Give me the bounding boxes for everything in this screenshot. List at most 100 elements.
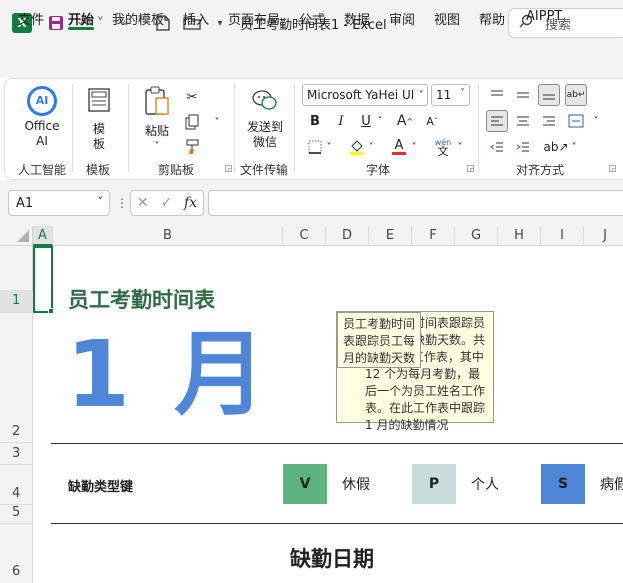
align-right-icon[interactable] (538, 110, 560, 132)
row-header-3[interactable]: 3 (0, 446, 33, 461)
column-header-e[interactable]: E (369, 226, 412, 246)
font-size-value: 11 (436, 88, 452, 102)
font-name-dropdown-icon[interactable]: ˅ (414, 84, 428, 106)
font-color-dropdown-icon[interactable]: ˅ (408, 136, 420, 158)
office-ai-icon: AI (27, 86, 57, 116)
copy-dropdown-icon[interactable]: ˅ (206, 111, 228, 133)
row-divider (0, 442, 33, 443)
tab-view[interactable]: 视图 (434, 9, 460, 28)
increase-indent-icon[interactable] (512, 136, 534, 158)
group-label-file-transfer: 文件传输 (240, 163, 289, 177)
divider-line (51, 523, 623, 524)
row-header-1[interactable]: 1 (0, 290, 33, 312)
wrap-text-icon[interactable]: ab↵ (565, 84, 587, 106)
row-headers: 1 2 3 4 5 6 (0, 246, 33, 583)
ribbon-separator (294, 84, 295, 172)
font-size-select[interactable]: 11 ˅ (431, 84, 470, 106)
font-launcher-icon[interactable]: ◲ (466, 164, 475, 174)
key-personal-label: 个人 (471, 477, 499, 493)
tab-formulas[interactable]: 公式 (299, 9, 325, 28)
tab-insert[interactable]: 插入 (183, 9, 209, 28)
row-header-6[interactable]: 6 (0, 564, 33, 579)
column-header-b[interactable]: B (53, 226, 283, 246)
align-center-icon[interactable] (512, 110, 534, 132)
decrease-indent-icon[interactable] (486, 136, 508, 158)
font-name-select[interactable]: Microsoft YaHei UI (302, 84, 428, 106)
more-options-icon[interactable]: ⋮ (116, 196, 128, 210)
borders-dropdown-icon[interactable]: ˅ (323, 136, 335, 158)
tab-review[interactable]: 审阅 (389, 9, 415, 28)
key-vacation-label: 休假 (342, 477, 370, 493)
fill-color-dropdown-icon[interactable]: ˅ (365, 136, 377, 158)
increase-font-size-icon[interactable]: A ^ (394, 110, 416, 132)
tab-file[interactable]: 文件 (18, 9, 44, 28)
align-left-icon[interactable] (486, 110, 508, 132)
column-header-d[interactable]: D (326, 226, 369, 246)
month-heading: 1 月 (66, 321, 273, 428)
bold-icon[interactable]: B (304, 110, 326, 132)
group-label-ai: 人工智能 (18, 163, 67, 177)
merge-dropdown-icon[interactable]: ˅ (590, 110, 602, 132)
format-painter-icon[interactable] (181, 136, 203, 158)
phonetic-dropdown-icon[interactable]: ˅ (454, 136, 466, 158)
name-box[interactable]: A1 ˅ (8, 190, 110, 216)
column-header-c[interactable]: C (283, 226, 326, 246)
paste-label: 粘贴 (144, 124, 169, 138)
orientation-icon[interactable]: ab↗ (543, 136, 568, 158)
divider-line (51, 443, 623, 444)
align-middle-icon[interactable] (512, 84, 534, 106)
alignment-launcher-icon[interactable]: ◲ (608, 164, 617, 174)
row-header-4[interactable]: 4 (0, 486, 33, 501)
customize-toolbar-icon[interactable]: ▾ (212, 11, 228, 35)
italic-icon[interactable]: I (330, 110, 352, 132)
ribbon-separator (128, 84, 129, 172)
office-ai-label: Office AI (24, 119, 60, 148)
column-header-g[interactable]: G (455, 226, 498, 246)
template-button[interactable]: 模板 (84, 88, 114, 152)
tab-aippt[interactable]: AIPPT (526, 9, 562, 24)
paste-dropdown-icon[interactable]: ˅ (140, 139, 174, 154)
cell-comment-tooltip-front: 员工考勤时间表跟踪员工每月的缺勤天数 (337, 312, 421, 368)
phonetic-guide-icon[interactable]: wén 文 (432, 136, 454, 158)
copy-icon[interactable] (181, 111, 203, 133)
tab-home[interactable]: 开始 (68, 9, 94, 28)
tab-my-templates[interactable]: 我的模板 (112, 9, 164, 28)
absence-key-label: 缺勤类型键 (68, 480, 134, 495)
font-color-icon[interactable]: A (388, 136, 410, 158)
fill-handle[interactable] (48, 308, 54, 314)
decrease-font-size-icon[interactable]: Aˇ (421, 110, 443, 132)
orientation-dropdown-icon[interactable]: ˅ (568, 136, 580, 158)
column-header-i[interactable]: I (541, 226, 584, 246)
column-header-a[interactable]: A (33, 226, 53, 246)
group-label-template: 模板 (86, 163, 111, 177)
name-box-dropdown-icon[interactable]: ˅ (98, 195, 104, 208)
formula-input[interactable] (208, 190, 623, 216)
column-header-j[interactable]: J (584, 226, 623, 246)
group-label-clipboard: 剪贴板 (158, 163, 195, 177)
cancel-icon[interactable]: ✕ (137, 195, 149, 211)
align-top-icon[interactable] (486, 84, 508, 106)
row-header-2[interactable]: 2 (0, 424, 33, 439)
tab-help[interactable]: 帮助 (479, 9, 505, 28)
align-bottom-icon[interactable] (538, 84, 560, 106)
cut-icon[interactable]: ✂ (181, 86, 203, 108)
row-header-5[interactable]: 5 (0, 505, 33, 520)
office-ai-button[interactable]: AI Office AI (20, 86, 64, 149)
enter-icon[interactable]: ✓ (160, 195, 172, 211)
merge-center-icon[interactable] (565, 110, 587, 132)
underline-dropdown-icon[interactable]: ˅ (374, 110, 386, 132)
tab-data[interactable]: 数据 (344, 9, 370, 28)
tab-page-layout[interactable]: 页面布局 (228, 9, 280, 28)
column-header-f[interactable]: F (412, 226, 455, 246)
paste-button[interactable]: 粘贴 ˅ (140, 86, 174, 154)
clipboard-launcher-icon[interactable]: ◲ (224, 164, 233, 174)
send-to-wechat-label: 发送到微信 (246, 120, 283, 149)
group-label-font: 字体 (366, 163, 391, 177)
menu-bar (0, 46, 623, 78)
send-to-wechat-button[interactable]: 发送到微信 (244, 88, 286, 150)
save-icon[interactable] (46, 11, 66, 35)
template-icon (84, 88, 114, 116)
selected-cell-a1[interactable] (33, 246, 53, 313)
column-header-h[interactable]: H (498, 226, 541, 246)
insert-function-icon[interactable]: fx (184, 195, 197, 211)
